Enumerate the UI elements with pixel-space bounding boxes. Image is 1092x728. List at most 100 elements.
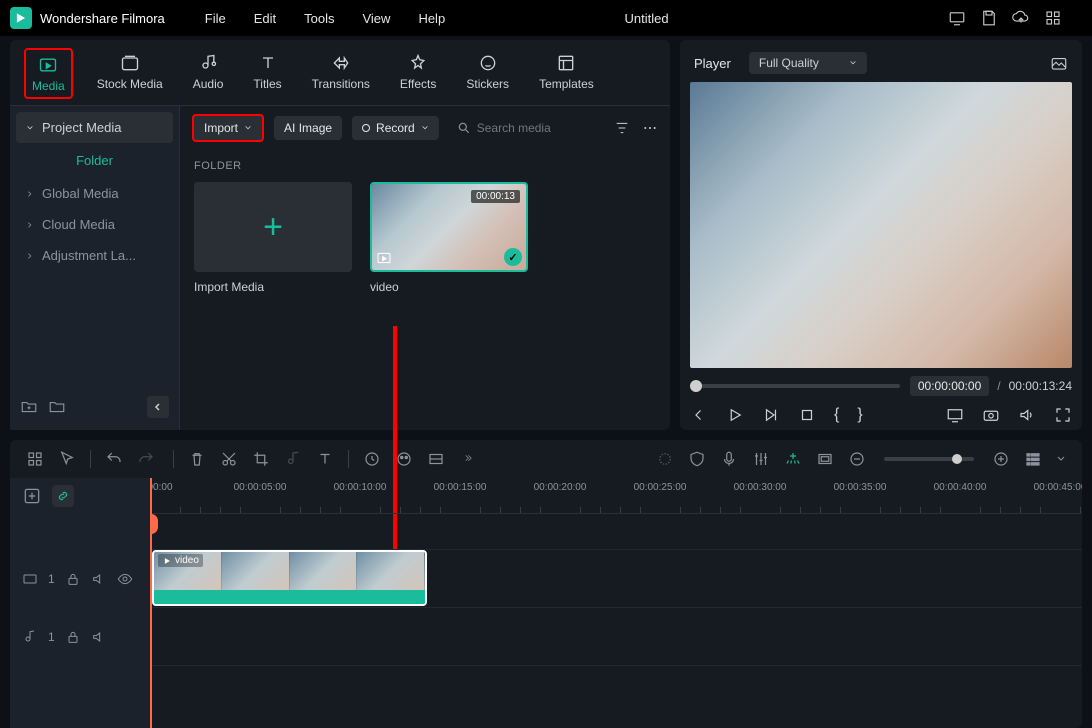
play-forward-icon[interactable] [762, 406, 780, 424]
mic-icon[interactable] [720, 450, 738, 468]
add-track-icon[interactable] [22, 486, 42, 506]
video-track-row[interactable]: video [150, 550, 1082, 608]
scrubber-knob[interactable] [690, 380, 702, 392]
sidebar-item-project-media[interactable]: Project Media [16, 112, 173, 143]
filter-icon[interactable] [614, 120, 630, 136]
menu-file[interactable]: File [205, 11, 226, 26]
display-icon[interactable] [946, 406, 964, 424]
tab-templates[interactable]: Templates [533, 48, 600, 99]
record-button[interactable]: Record [352, 116, 439, 140]
sidebar-item-adjustment-layer[interactable]: Adjustment La... [16, 240, 173, 271]
magnet-icon[interactable] [784, 450, 802, 468]
volume-icon[interactable] [1018, 406, 1036, 424]
ruler-tick: 00:00:10:00 [334, 482, 387, 493]
safe-zone-icon[interactable] [816, 450, 834, 468]
tab-stock-media[interactable]: Stock Media [91, 48, 169, 99]
music-icon[interactable] [284, 450, 302, 468]
tab-stickers[interactable]: Stickers [460, 48, 515, 99]
color-icon[interactable] [395, 450, 413, 468]
visibility-icon[interactable] [117, 571, 133, 587]
stop-icon[interactable] [798, 406, 816, 424]
speed-icon[interactable] [363, 450, 381, 468]
mute-icon[interactable] [91, 629, 107, 645]
timeline-clip-video[interactable]: video [152, 550, 427, 606]
folder-icon[interactable] [48, 398, 66, 416]
device-icon[interactable] [948, 9, 966, 27]
prev-frame-icon[interactable] [690, 406, 708, 424]
sidebar-adjust-label: Adjustment La... [42, 248, 136, 263]
time-current: 00:00:00:00 [910, 376, 989, 396]
layout-icon[interactable] [26, 450, 44, 468]
lock-icon[interactable] [65, 571, 81, 587]
marker-icon[interactable] [656, 450, 674, 468]
app-name: Wondershare Filmora [40, 11, 165, 26]
delete-icon[interactable] [188, 450, 206, 468]
quality-selector[interactable]: Full Quality [749, 52, 867, 74]
zoom-slider[interactable] [884, 457, 974, 461]
record-dot-icon [362, 124, 370, 132]
track-area[interactable]: 00:0000:00:05:0000:00:10:0000:00:15:0000… [150, 478, 1082, 728]
video-track-num: 1 [48, 572, 55, 586]
zoom-knob[interactable] [952, 454, 962, 464]
save-icon[interactable] [980, 9, 998, 27]
fullscreen-icon[interactable] [1054, 406, 1072, 424]
ai-image-button[interactable]: AI Image [274, 116, 342, 140]
camera-icon[interactable] [982, 406, 1000, 424]
new-folder-icon[interactable] [20, 398, 38, 416]
play-icon[interactable] [726, 406, 744, 424]
apps-grid-icon[interactable] [1044, 9, 1062, 27]
sidebar-folder-label[interactable]: Folder [16, 143, 173, 178]
audio-track-header[interactable]: 1 [10, 608, 150, 666]
zoom-in-icon[interactable] [992, 450, 1010, 468]
menu-edit[interactable]: Edit [254, 11, 276, 26]
time-ruler[interactable]: 00:0000:00:05:0000:00:10:0000:00:15:0000… [150, 478, 1082, 514]
plus-icon: + [194, 182, 352, 272]
media-sidebar: Project Media Folder Global Media Cloud … [10, 106, 180, 430]
tab-titles[interactable]: Titles [247, 48, 287, 99]
import-button[interactable]: Import [192, 114, 264, 142]
preview-video[interactable] [690, 82, 1072, 368]
search-input[interactable] [477, 121, 597, 135]
import-media-tile[interactable]: + Import Media [194, 182, 352, 294]
tab-audio[interactable]: Audio [187, 48, 230, 99]
sidebar-item-global-media[interactable]: Global Media [16, 178, 173, 209]
tab-media[interactable]: Media [24, 48, 73, 99]
lock-icon[interactable] [65, 629, 81, 645]
chevron-down-icon [26, 124, 34, 132]
keyframe-icon[interactable] [427, 450, 445, 468]
timeline-toolbar [10, 440, 1082, 478]
cloud-upload-icon[interactable] [1012, 9, 1030, 27]
video-track-header[interactable]: 1 [10, 550, 150, 608]
time-separator: / [997, 379, 1000, 393]
cursor-icon[interactable] [58, 450, 76, 468]
shield-icon[interactable] [688, 450, 706, 468]
snapshot-icon[interactable] [1050, 54, 1068, 72]
search-media[interactable] [449, 121, 604, 135]
chevron-down-icon [244, 124, 252, 132]
tab-transitions[interactable]: Transitions [306, 48, 376, 99]
scrubber[interactable] [690, 384, 900, 388]
playhead[interactable] [150, 478, 152, 728]
redo-icon[interactable] [137, 450, 155, 468]
media-thumb-video[interactable]: 00:00:13 ✓ video [370, 182, 528, 294]
link-tracks-button[interactable] [52, 485, 74, 507]
menu-tools[interactable]: Tools [304, 11, 334, 26]
text-icon[interactable] [316, 450, 334, 468]
crop-icon[interactable] [252, 450, 270, 468]
sidebar-collapse-button[interactable] [147, 396, 169, 418]
undo-icon[interactable] [105, 450, 123, 468]
menubar: Wondershare Filmora File Edit Tools View… [0, 0, 1092, 36]
sidebar-item-cloud-media[interactable]: Cloud Media [16, 209, 173, 240]
tab-effects[interactable]: Effects [394, 48, 442, 99]
chevron-down-icon[interactable] [1056, 454, 1066, 464]
mute-icon[interactable] [91, 571, 107, 587]
mark-out-icon[interactable]: } [857, 406, 862, 424]
mixer-icon[interactable] [752, 450, 770, 468]
more-icon[interactable] [642, 120, 658, 136]
zoom-out-icon[interactable] [848, 450, 866, 468]
more-tools-icon[interactable] [459, 450, 477, 468]
audio-track-row[interactable] [150, 608, 1082, 666]
mark-in-icon[interactable]: { [834, 406, 839, 424]
track-view-icon[interactable] [1024, 450, 1042, 468]
cut-icon[interactable] [220, 450, 238, 468]
